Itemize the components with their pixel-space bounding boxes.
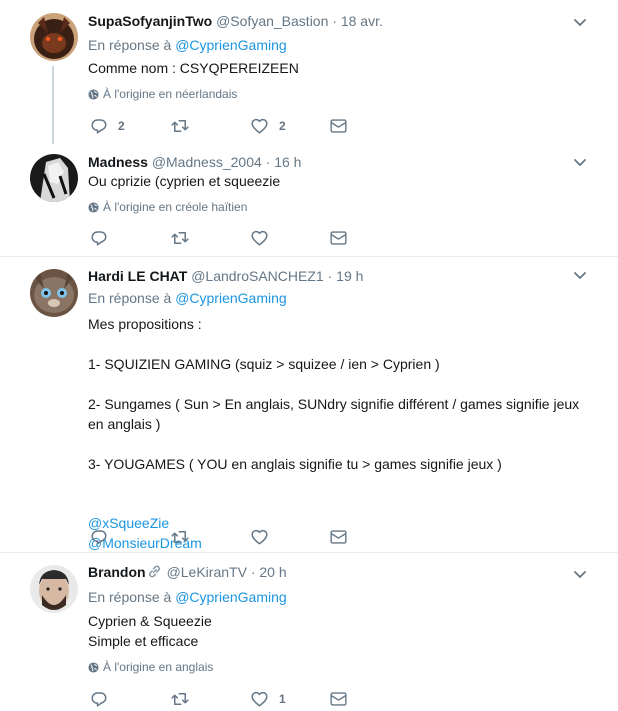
timestamp[interactable]: 16 h <box>274 154 301 170</box>
chevron-down-icon[interactable] <box>572 154 588 170</box>
separator-dot: · <box>327 268 333 284</box>
tweet-2[interactable]: Madness @Madness_2004 · 16 h Ou cprizie … <box>0 146 618 256</box>
retweet-button[interactable] <box>170 228 200 248</box>
retweet-icon <box>171 120 189 132</box>
reply-icon <box>91 692 107 707</box>
reply-count: 2 <box>118 119 125 133</box>
thread-line <box>52 66 54 144</box>
retweet-button[interactable] <box>170 116 200 136</box>
tweet-header: Hardi LE CHAT @LandroSANCHEZ1 · 19 h <box>88 267 363 285</box>
reply-icon <box>91 231 107 246</box>
reply-context: En réponse à @CyprienGaming <box>88 36 287 54</box>
direct-message-button[interactable] <box>330 527 347 547</box>
tweet-3[interactable]: Hardi LE CHAT @LandroSANCHEZ1 · 19 h En … <box>0 257 618 552</box>
reply-button[interactable]: 2 <box>90 116 125 136</box>
reply-button[interactable] <box>90 689 118 709</box>
reply-icon <box>91 530 107 545</box>
translated-from[interactable]: À l'origine en anglais <box>88 660 213 674</box>
timestamp[interactable]: 20 h <box>259 564 286 580</box>
heart-icon <box>251 118 268 134</box>
tweet-text: Cyprien & Squeezie Simple et efficace <box>88 613 212 649</box>
tweet-content: Madness @Madness_2004 · 16 h Ou cprizie … <box>88 153 598 253</box>
chevron-down-icon[interactable] <box>572 267 588 283</box>
heart-icon <box>251 691 268 707</box>
reply-button[interactable] <box>90 527 118 547</box>
username[interactable]: @Sofyan_Bastion <box>216 13 328 29</box>
translated-label: À l'origine en anglais <box>103 660 214 674</box>
display-name[interactable]: SupaSofyanjinTwo <box>88 13 212 29</box>
avatar[interactable] <box>30 154 78 202</box>
chevron-down-icon[interactable] <box>572 566 588 582</box>
like-button[interactable] <box>250 228 279 248</box>
avatar[interactable] <box>30 13 78 61</box>
envelope-icon <box>330 692 347 706</box>
reply-button[interactable] <box>90 228 118 248</box>
display-name[interactable]: Brandon <box>88 564 146 580</box>
globe-icon <box>88 89 99 100</box>
username[interactable]: @LandroSANCHEZ1 <box>191 268 324 284</box>
reply-context: En réponse à @CyprienGaming <box>88 588 287 606</box>
tweet-text: Comme nom : CSYQPEREIZEEN <box>88 60 299 76</box>
translated-label: À l'origine en créole haïtien <box>103 200 248 214</box>
username[interactable]: @LeKiranTV <box>167 564 247 580</box>
reply-mention-link[interactable]: @CyprienGaming <box>175 290 286 306</box>
timestamp[interactable]: 19 h <box>336 268 363 284</box>
avatar[interactable] <box>30 565 78 613</box>
like-count: 1 <box>279 692 286 706</box>
tweet-4[interactable]: Brandon @LeKiranTV · 20 h En réponse à @C… <box>0 553 618 711</box>
retweet-icon <box>171 232 189 244</box>
avatar[interactable] <box>30 269 78 317</box>
retweet-button[interactable] <box>170 527 200 547</box>
heart-icon <box>251 230 268 246</box>
globe-icon <box>88 662 99 673</box>
envelope-icon <box>330 119 347 133</box>
direct-message-button[interactable] <box>330 228 347 248</box>
separator-dot: · <box>332 13 337 29</box>
tweet-text: Ou cprizie (cyprien et squeezie <box>88 173 281 189</box>
link-icon <box>148 565 160 578</box>
reply-context: En réponse à @CyprienGaming <box>88 289 287 307</box>
reply-prefix: En réponse à <box>88 290 172 306</box>
translated-from[interactable]: À l'origine en créole haïtien <box>88 200 247 214</box>
tweet-text: Mes propositions : 1- SQUIZIEN GAMING (s… <box>88 316 580 472</box>
heart-icon <box>251 529 268 545</box>
tweet-header: Madness @Madness_2004 · 16 h <box>88 153 301 171</box>
tweet-content: Hardi LE CHAT @LandroSANCHEZ1 · 19 h En … <box>88 267 598 552</box>
display-name[interactable]: Madness <box>88 154 148 170</box>
direct-message-button[interactable] <box>330 689 347 709</box>
reply-icon <box>91 119 107 134</box>
retweet-icon <box>171 531 189 543</box>
separator-dot: · <box>250 564 256 580</box>
like-button[interactable]: 1 <box>250 689 286 709</box>
reply-prefix: En réponse à <box>88 37 172 53</box>
like-button[interactable] <box>250 527 279 547</box>
username[interactable]: @Madness_2004 <box>152 154 262 170</box>
like-count: 2 <box>279 119 286 133</box>
reply-mention-link[interactable]: @CyprienGaming <box>175 589 286 605</box>
separator-dot: · <box>265 154 271 170</box>
retweet-icon <box>171 693 189 705</box>
tweet-content: SupaSofyanjinTwo @Sofyan_Bastion · 18 av… <box>88 12 598 146</box>
direct-message-button[interactable] <box>330 116 347 136</box>
tweet-header: Brandon @LeKiranTV · 20 h <box>88 563 287 581</box>
tweet-header: SupaSofyanjinTwo @Sofyan_Bastion · 18 av… <box>88 12 383 30</box>
chevron-down-icon[interactable] <box>572 14 588 30</box>
tweet-1[interactable]: SupaSofyanjinTwo @Sofyan_Bastion · 18 av… <box>0 0 618 146</box>
translated-from[interactable]: À l'origine en néerlandais <box>88 87 237 101</box>
tweet-content: Brandon @LeKiranTV · 20 h En réponse à @C… <box>88 563 598 711</box>
globe-icon <box>88 202 99 213</box>
reply-prefix: En réponse à <box>88 589 172 605</box>
retweet-button[interactable] <box>170 689 200 709</box>
timestamp[interactable]: 18 avr. <box>341 13 383 29</box>
translated-label: À l'origine en néerlandais <box>103 87 238 101</box>
envelope-icon <box>330 231 347 245</box>
envelope-icon <box>330 530 347 544</box>
like-button[interactable]: 2 <box>250 116 286 136</box>
display-name[interactable]: Hardi LE CHAT <box>88 268 187 284</box>
reply-mention-link[interactable]: @CyprienGaming <box>175 37 286 53</box>
